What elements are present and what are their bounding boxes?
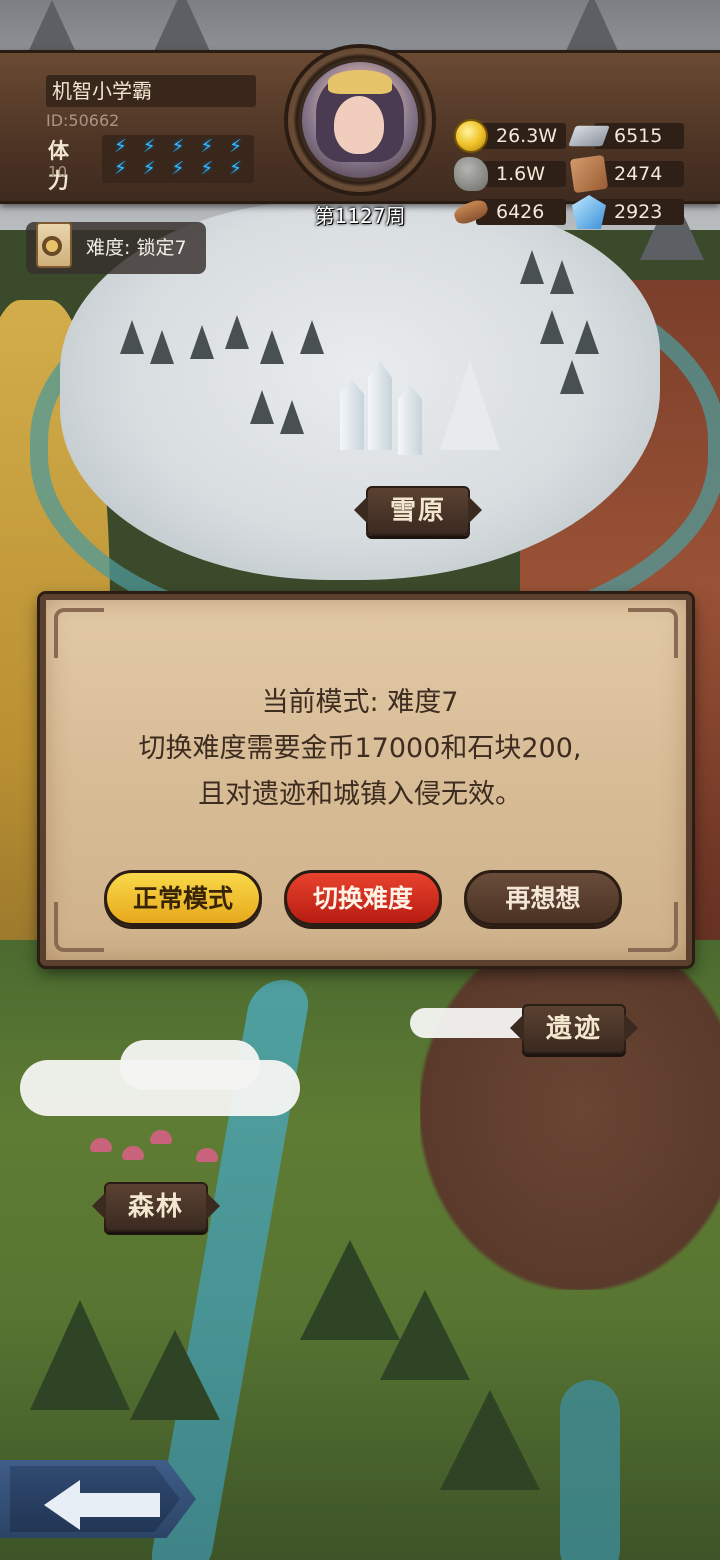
ice-crystal: [398, 385, 422, 455]
difficulty-dialog: 当前模式: 难度7 切换难度需要金币17000和石块200, 且对遗迹和城镇入侵…: [37, 591, 695, 969]
stamina-bolts: ⚡ ⚡ ⚡ ⚡ ⚡ ⚡ ⚡ ⚡ ⚡ ⚡: [102, 135, 254, 183]
pine-tree: [575, 320, 599, 354]
resource-stone[interactable]: 1.6W: [454, 157, 570, 191]
wood-value: 6426: [476, 199, 566, 225]
week-counter: 第1127周: [314, 204, 406, 228]
avatar: [302, 62, 418, 178]
resource-gold[interactable]: 26.3W: [454, 119, 570, 153]
mountain-peak: [130, 1330, 220, 1420]
stamina-value: 10: [48, 163, 68, 181]
pine-tree: [560, 360, 584, 394]
dialog-corner-ornament: [628, 608, 678, 658]
mushroom: [122, 1146, 144, 1160]
pine-tree: [300, 320, 324, 354]
avatar-frame[interactable]: [288, 48, 432, 192]
dialog-note-line: 且对遗迹和城镇入侵无效。: [198, 779, 522, 810]
stamina-bolt-icon: ⚡: [171, 158, 185, 179]
location-label-forest[interactable]: 森林: [91, 1182, 221, 1232]
mountain-peak: [440, 1390, 540, 1490]
pine-tree: [550, 260, 574, 294]
pine-tree: [120, 320, 144, 354]
switch-difficulty-button[interactable]: 切换难度: [284, 870, 442, 926]
dialog-corner-ornament: [54, 608, 104, 658]
resource-leather[interactable]: 2474: [569, 154, 688, 194]
back-button[interactable]: [0, 1460, 196, 1538]
avatar-face: [334, 96, 384, 154]
stamina-bolt-icon: ⚡: [171, 136, 185, 157]
scroll-magnifier-icon: [28, 216, 78, 274]
stone-value: 1.6W: [476, 161, 566, 187]
pine-tree: [225, 315, 249, 349]
ruins-region[interactable]: [420, 930, 720, 1290]
leather-icon: [569, 154, 609, 194]
back-button-inner: [10, 1466, 180, 1532]
stamina-bolt-icon: ⚡: [114, 158, 127, 179]
crystal-value: 2923: [594, 199, 684, 225]
stamina-bolt-icon: ⚡: [229, 136, 242, 157]
player-id: ID:50662: [46, 111, 120, 130]
difficulty-text: 难度: 锁定7: [86, 237, 187, 259]
player-name: 机智小学霸: [46, 75, 256, 107]
think-again-button[interactable]: 再想想: [464, 870, 622, 926]
stamina-bolt-icon: ⚡: [200, 136, 214, 157]
gold-coin-icon: [454, 119, 488, 153]
mushroom: [196, 1148, 218, 1162]
pine-tree: [520, 250, 544, 284]
stamina-bolt-icon: ⚡: [200, 158, 214, 179]
avatar-headdress: [328, 70, 392, 94]
pine-tree: [260, 330, 284, 364]
dialog-current-mode: 当前模式: 难度7: [261, 687, 459, 718]
mountain-peak: [380, 1290, 470, 1380]
stamina-bolt-icon: ⚡: [142, 136, 156, 157]
location-label-snowfield[interactable]: 雪原: [353, 486, 483, 536]
player-info[interactable]: 机智小学霸 ID:50662: [46, 75, 256, 130]
snowy-pine-tree: [440, 360, 500, 450]
cloud: [120, 1040, 260, 1090]
gold-value: 26.3W: [476, 123, 566, 149]
ice-crystal: [368, 360, 392, 450]
stamina-bolt-icon: ⚡: [142, 158, 156, 179]
resource-wood[interactable]: 6426: [451, 195, 570, 229]
dialog-message: 当前模式: 难度7 切换难度需要金币17000和石块200, 且对遗迹和城镇入侵…: [46, 680, 674, 818]
pine-tree: [250, 390, 274, 424]
river: [560, 1380, 620, 1560]
dialog-corner-ornament: [54, 902, 104, 952]
location-label-ruins[interactable]: 遗迹: [509, 1004, 639, 1054]
back-arrow-icon: [44, 1480, 164, 1530]
mountain-peak: [30, 1300, 130, 1410]
resource-crystal[interactable]: 2923: [572, 195, 688, 229]
pine-tree: [280, 400, 304, 434]
normal-mode-button[interactable]: 正常模式: [104, 870, 262, 926]
dialog-cost-line: 切换难度需要金币17000和石块200,: [138, 733, 582, 764]
mushroom: [150, 1130, 172, 1144]
ice-crystal: [340, 380, 364, 450]
dialog-corner-ornament: [628, 902, 678, 952]
pine-tree: [150, 330, 174, 364]
stone-icon: [454, 157, 488, 191]
stamina-bolt-icon: ⚡: [114, 136, 127, 157]
pine-tree: [190, 325, 214, 359]
difficulty-chip[interactable]: 难度: 锁定7: [26, 222, 206, 274]
mushroom: [90, 1138, 112, 1152]
stamina-bolt-icon: ⚡: [229, 158, 242, 179]
resource-iron[interactable]: 6515: [568, 119, 688, 153]
pine-tree: [540, 310, 564, 344]
